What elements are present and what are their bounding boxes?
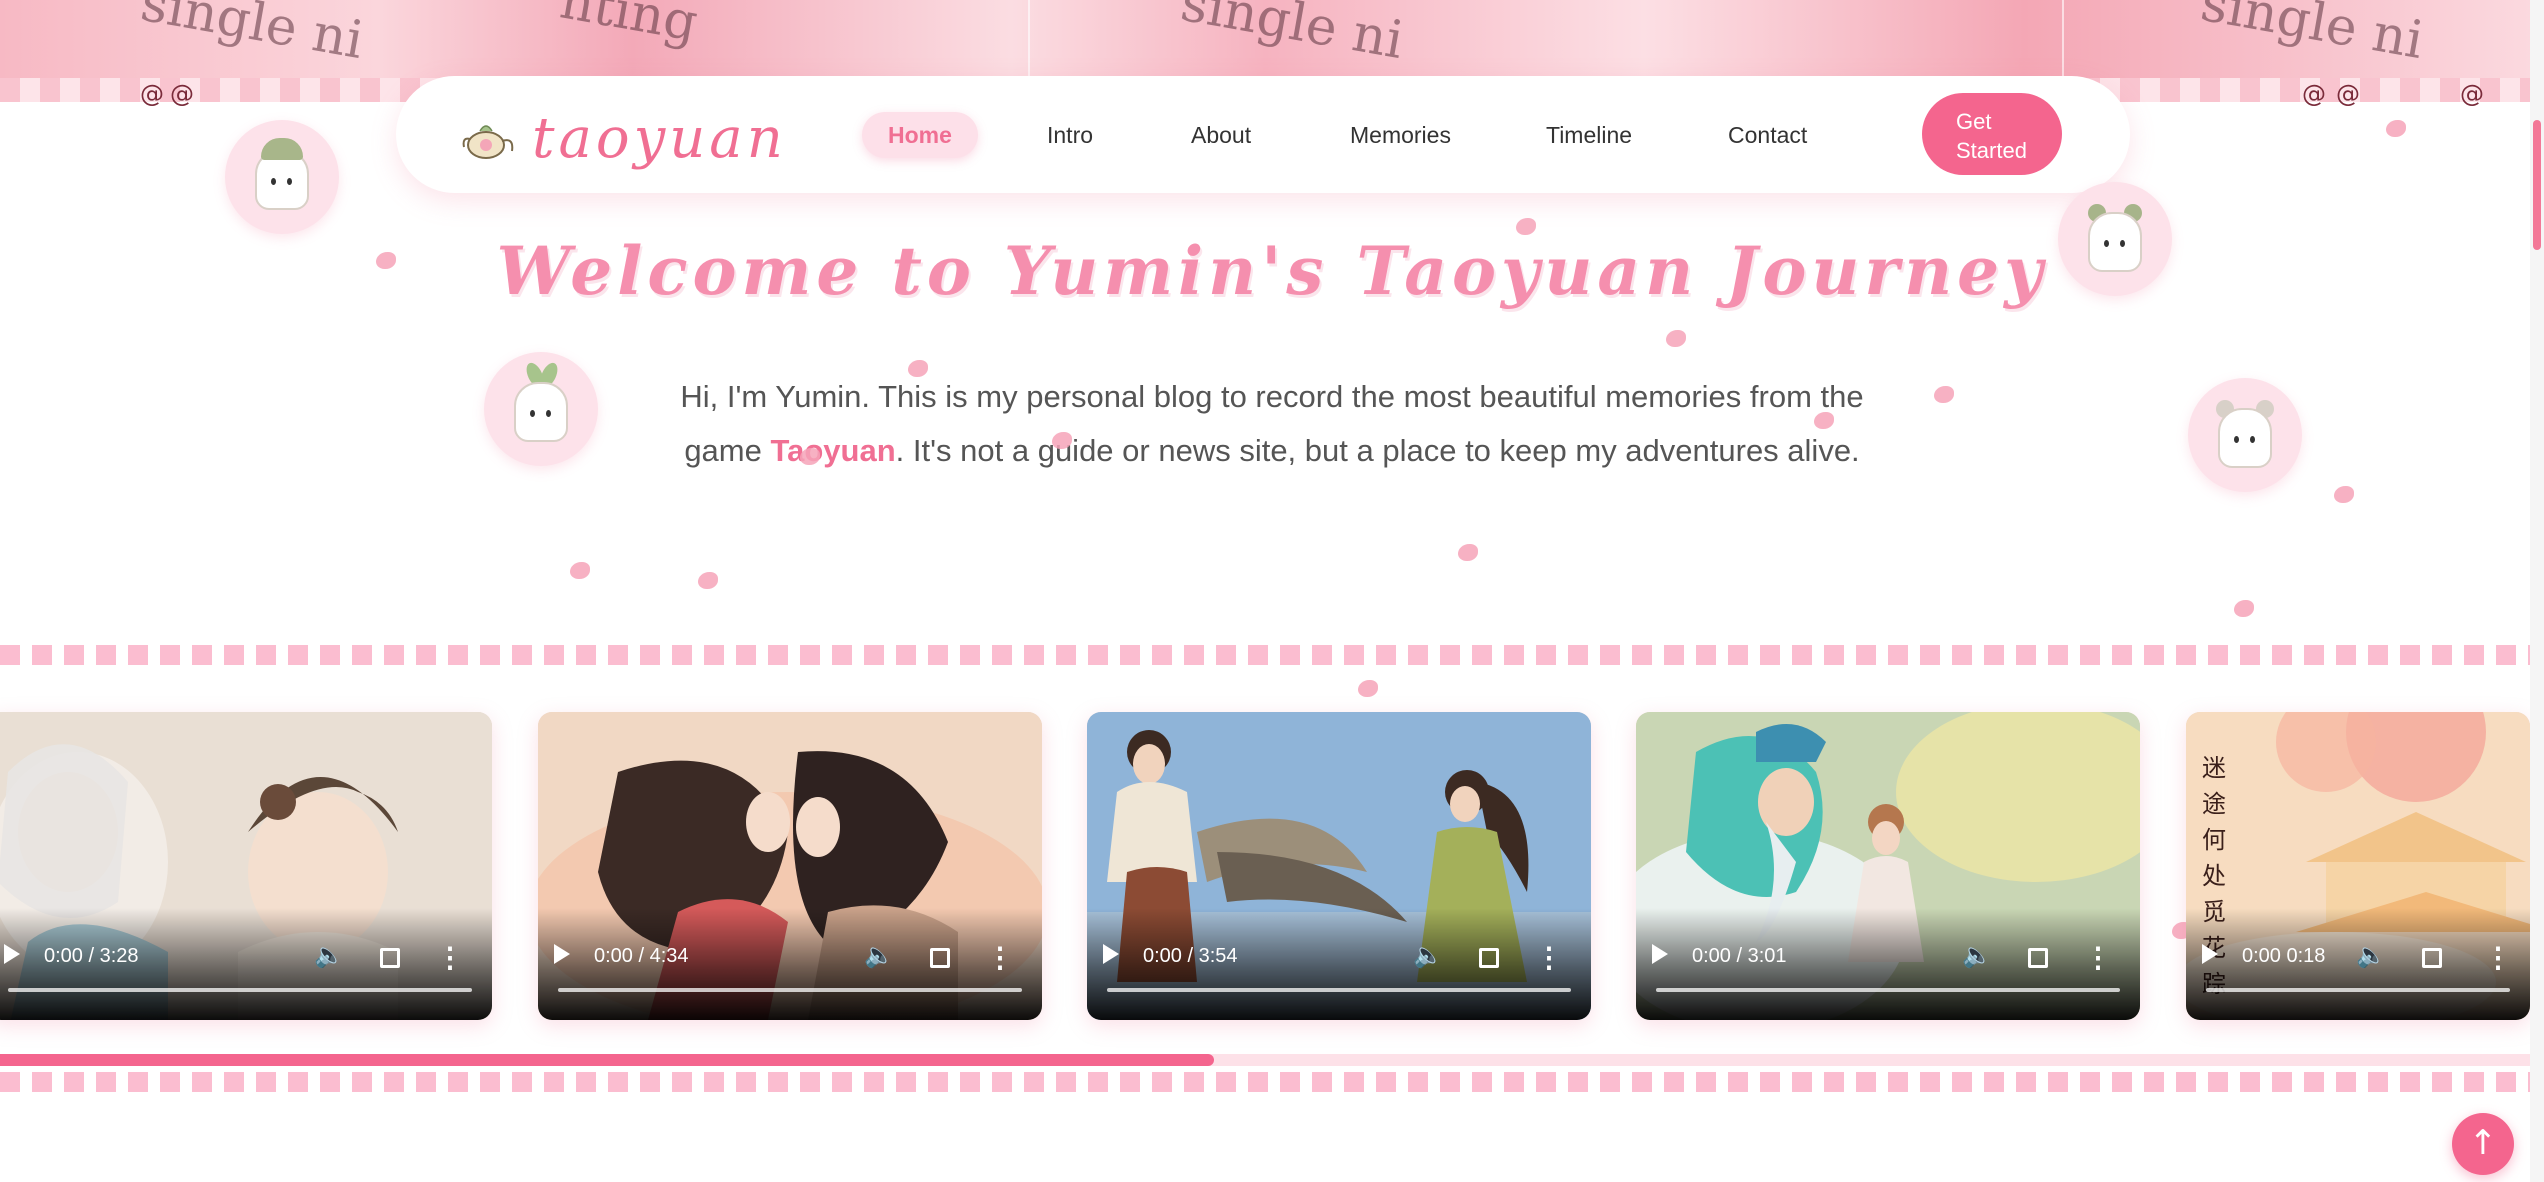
more-vertical-icon[interactable]: ⋮: [436, 944, 464, 972]
page-scrollbar[interactable]: [2530, 0, 2544, 1182]
more-vertical-icon[interactable]: ⋮: [986, 944, 1014, 972]
video-time: 0:00 / 3:28: [44, 945, 139, 967]
mascot-eye: [2250, 436, 2255, 443]
petal: [2386, 120, 2406, 137]
fullscreen-icon[interactable]: [380, 948, 400, 968]
fullscreen-icon[interactable]: [1479, 948, 1499, 968]
video-player[interactable]: 迷途何处觅花踪 0:00 0:18 🔈 ⋮: [2186, 712, 2530, 1020]
swirl-icon: @: [2336, 80, 2360, 108]
get-started-label-1: Get: [1956, 109, 1992, 134]
petal: [698, 572, 718, 589]
dashed-divider: [0, 1072, 2530, 1092]
video-player[interactable]: 0:00 / 4:34 🔈 ⋮: [538, 712, 1042, 1020]
video-time: 0:00 / 4:34: [594, 945, 689, 967]
fullscreen-icon[interactable]: [2028, 948, 2048, 968]
video-time: 0:00 / 3:54: [1143, 945, 1238, 967]
volume-icon[interactable]: 🔈: [2356, 941, 2386, 970]
video-seek-bar[interactable]: [8, 988, 472, 992]
video-seek-bar[interactable]: [1656, 988, 2120, 992]
petal: [1934, 386, 1954, 403]
fullscreen-icon[interactable]: [930, 948, 950, 968]
nav-timeline[interactable]: Timeline: [1546, 112, 1632, 158]
video-time: 0:00 0:18: [2242, 945, 2326, 967]
more-vertical-icon[interactable]: ⋮: [2484, 944, 2512, 972]
volume-icon[interactable]: 🔈: [314, 941, 344, 970]
navbar: taoyuan Home Intro About Memories Timeli…: [396, 76, 2130, 193]
mascot-hat: [261, 138, 303, 160]
scrollbar-thumb[interactable]: [2533, 120, 2541, 250]
hero-text-highlight: Taoyuan: [770, 433, 896, 468]
brand-logo[interactable]: taoyuan: [462, 106, 787, 171]
petal: [2334, 486, 2354, 503]
petal: [1666, 330, 1686, 347]
mascot-eye: [530, 410, 535, 417]
mascot-eye: [546, 410, 551, 417]
fullscreen-icon[interactable]: [2422, 948, 2442, 968]
swirl-icon: @: [2302, 80, 2326, 108]
video-player[interactable]: 0:00 / 3:01 🔈 ⋮: [1636, 712, 2140, 1020]
mascot-avatar-sprout: [484, 352, 598, 466]
petal: [1358, 680, 1378, 697]
nav-about[interactable]: About: [1191, 112, 1251, 158]
get-started-button[interactable]: Get Started: [1922, 93, 2062, 175]
hero-text-after: . It's not a guide or news site, but a p…: [895, 433, 1860, 468]
mascot-avatar-mouse: [2188, 378, 2302, 492]
volume-icon[interactable]: 🔈: [864, 941, 894, 970]
play-icon[interactable]: [4, 944, 20, 964]
carousel-progress-fill: [0, 1054, 1215, 1066]
mascot-body: [514, 382, 568, 442]
swirl-icon: @: [140, 80, 164, 108]
play-icon[interactable]: [2202, 944, 2218, 964]
arrow-up-icon: ↑: [2468, 1123, 2498, 1163]
dashed-divider: [0, 645, 2530, 665]
nav-intro[interactable]: Intro: [1047, 112, 1093, 158]
play-icon[interactable]: [1652, 944, 1668, 964]
mascot-eye: [271, 178, 276, 185]
nav-memories[interactable]: Memories: [1350, 112, 1451, 158]
volume-icon[interactable]: 🔈: [1413, 941, 1443, 970]
play-icon[interactable]: [554, 944, 570, 964]
play-icon[interactable]: [1103, 944, 1119, 964]
video-seek-bar[interactable]: [1107, 988, 1571, 992]
mascot-eye: [287, 178, 292, 185]
carousel-progress[interactable]: [0, 1054, 2530, 1066]
mascot-eye: [2234, 436, 2239, 443]
page-title: Welcome to Yumin's Taoyuan Journey: [496, 232, 2048, 310]
more-vertical-icon[interactable]: ⋮: [2084, 944, 2112, 972]
swirl-icon: @: [170, 80, 194, 108]
teapot-icon: [462, 117, 516, 161]
video-time: 0:00 / 3:01: [1692, 945, 1787, 967]
video-player[interactable]: 0:00 / 3:28 🔈 ⋮: [0, 712, 492, 1020]
volume-icon[interactable]: 🔈: [1962, 941, 1992, 970]
mascot-avatar-hat: [225, 120, 339, 234]
mascot-body: [2218, 408, 2272, 468]
nav-home[interactable]: Home: [862, 112, 978, 158]
petal: [570, 562, 590, 579]
nav-contact[interactable]: Contact: [1728, 112, 1807, 158]
more-vertical-icon[interactable]: ⋮: [1535, 944, 1563, 972]
brand-name: taoyuan: [532, 106, 787, 171]
hero-description: Hi, I'm Yumin. This is my personal blog …: [672, 370, 1872, 478]
swirl-icon: @: [2460, 80, 2484, 108]
petal: [2234, 600, 2254, 617]
video-seek-bar[interactable]: [2206, 988, 2510, 992]
video-seek-bar[interactable]: [558, 988, 1022, 992]
video-player[interactable]: 0:00 / 3:54 🔈 ⋮: [1087, 712, 1591, 1020]
petal: [1458, 544, 1478, 561]
back-to-top-button[interactable]: ↑: [2452, 1113, 2514, 1175]
get-started-label-2: Started: [1956, 138, 2027, 163]
